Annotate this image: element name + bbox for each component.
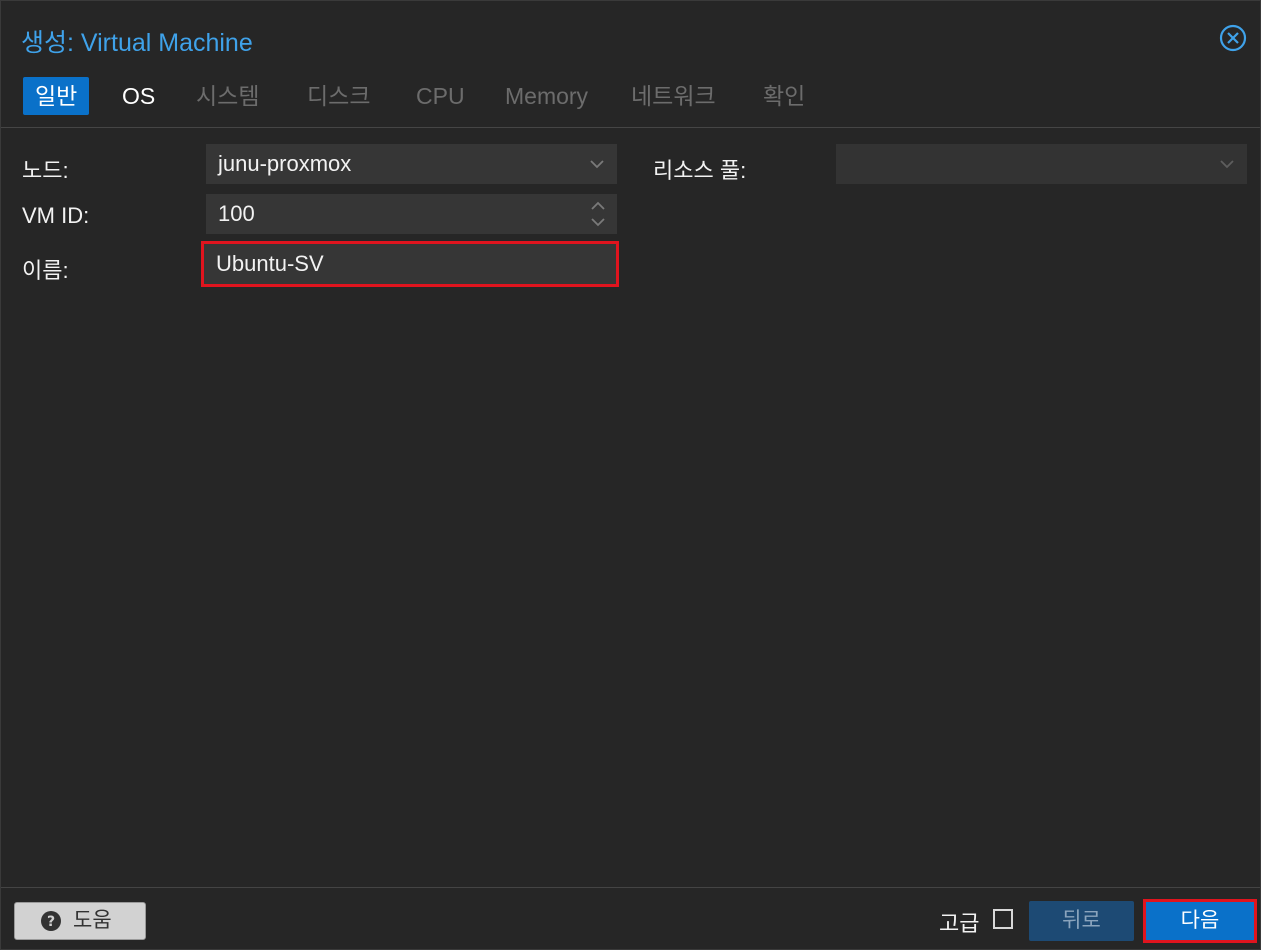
dialog-titlebar: 생성: Virtual Machine: [1, 1, 1260, 75]
chevron-down-icon: [590, 160, 604, 169]
node-select[interactable]: junu-proxmox: [206, 144, 617, 184]
tab-general[interactable]: 일반: [23, 77, 90, 115]
name-label: 이름:: [22, 258, 69, 283]
name-value: Ubuntu-SV: [216, 251, 324, 276]
tab-memory[interactable]: Memory: [493, 77, 600, 115]
tab-network[interactable]: 네트워크: [619, 77, 728, 115]
help-label: 도움: [73, 909, 112, 932]
node-value: junu-proxmox: [218, 151, 352, 176]
wizard-tabs: 일반 OS 시스템 디스크 CPU Memory 네트워크 확인: [1, 75, 1260, 128]
help-button[interactable]: ? 도움: [14, 902, 146, 940]
dialog-footer: ? 도움 고급 뒤로 다음: [1, 887, 1260, 950]
next-button[interactable]: 다음: [1143, 899, 1257, 943]
spinner-icon[interactable]: [589, 199, 607, 229]
chevron-down-icon: [1220, 160, 1234, 169]
question-circle-icon: ?: [41, 911, 61, 931]
advanced-label: 고급: [939, 911, 980, 936]
dialog-title: 생성: Virtual Machine: [21, 29, 253, 57]
advanced-checkbox[interactable]: [993, 909, 1013, 929]
tab-system[interactable]: 시스템: [184, 77, 271, 115]
tab-confirm[interactable]: 확인: [751, 77, 817, 115]
close-button[interactable]: [1219, 24, 1247, 52]
close-circle-icon: [1219, 24, 1247, 52]
name-input[interactable]: Ubuntu-SV: [201, 241, 619, 287]
tab-os[interactable]: OS: [110, 77, 167, 115]
tab-disk[interactable]: 디스크: [295, 77, 382, 115]
pool-label: 리소스 풀:: [653, 158, 747, 183]
vmid-value: 100: [218, 201, 255, 226]
pool-select[interactable]: [836, 144, 1247, 184]
vmid-input[interactable]: 100: [206, 194, 617, 234]
tab-cpu[interactable]: CPU: [404, 77, 477, 115]
back-button[interactable]: 뒤로: [1029, 901, 1134, 941]
node-label: 노드:: [22, 158, 69, 183]
svg-text:?: ?: [47, 914, 55, 930]
vmid-label: VM ID:: [22, 203, 90, 228]
create-vm-dialog: 생성: Virtual Machine 일반 OS 시스템 디스크 CPU Me…: [0, 0, 1261, 950]
